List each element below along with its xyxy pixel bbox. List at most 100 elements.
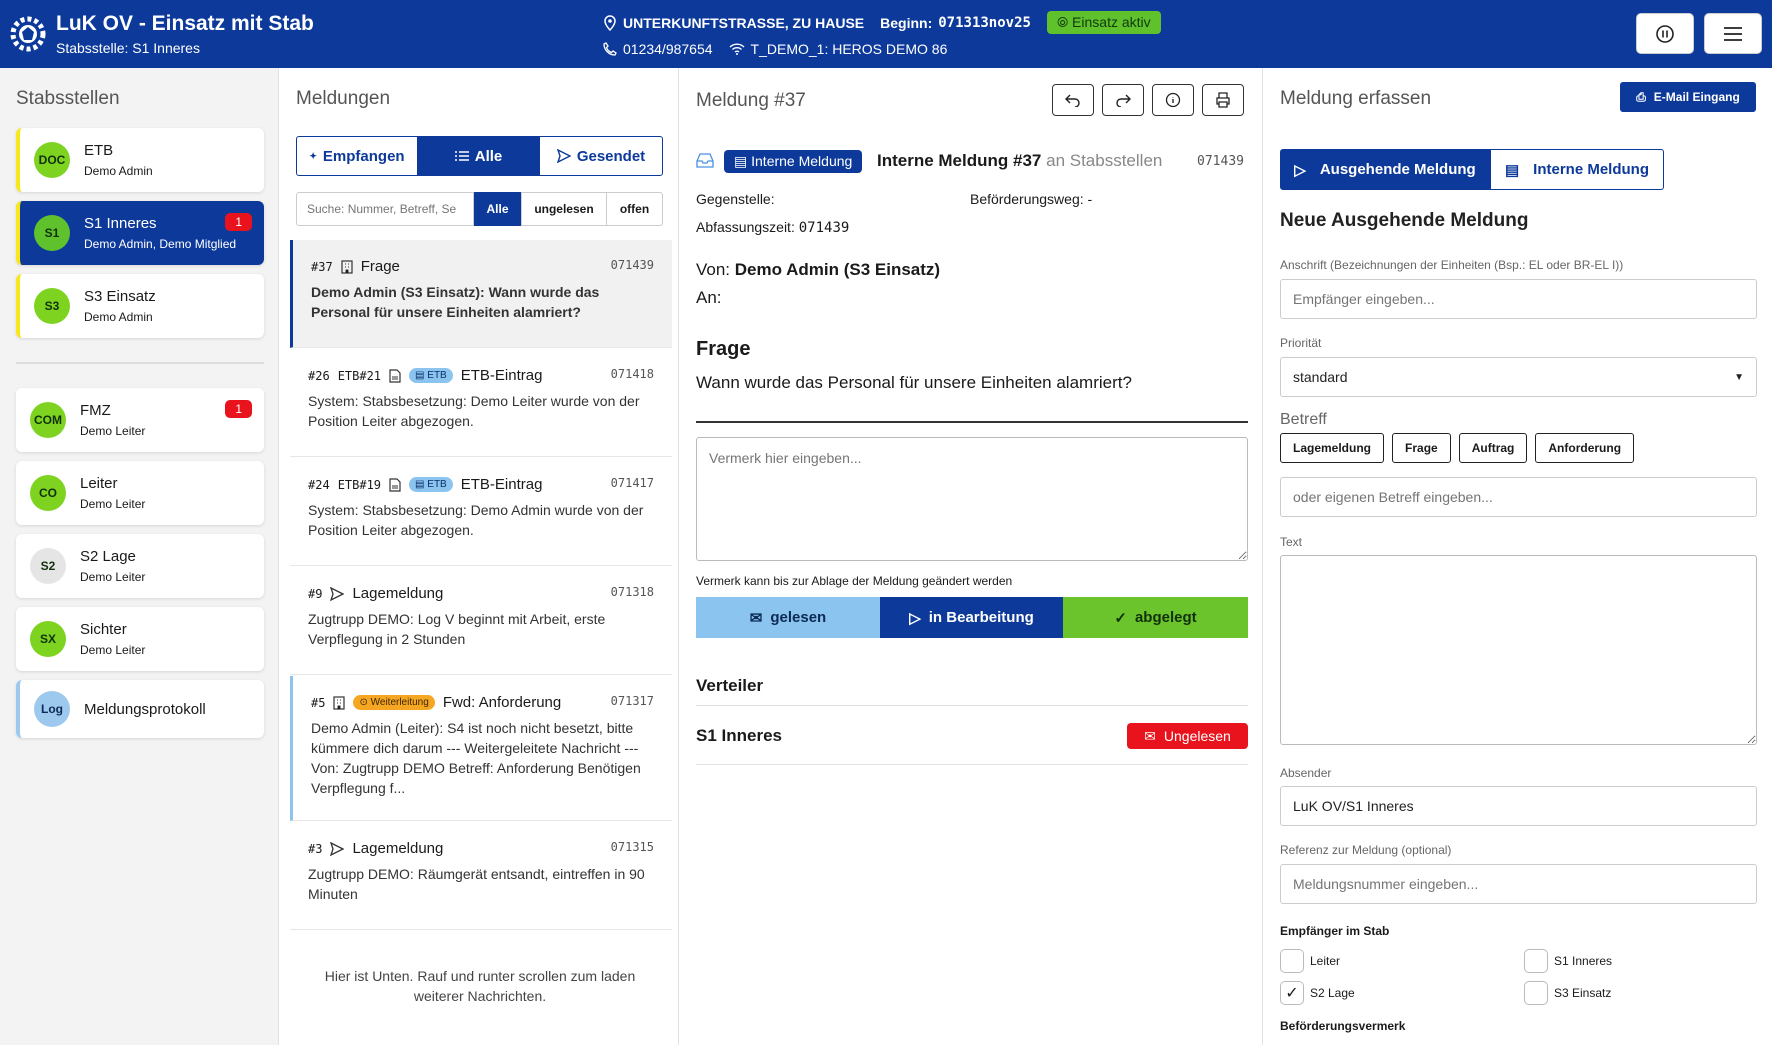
menu-button[interactable]: [1704, 13, 1762, 54]
recipient-s1[interactable]: S1 Inneres: [1524, 949, 1612, 973]
tab-alle[interactable]: Alle: [417, 136, 540, 176]
absender-input[interactable]: LuK OV/S1 Inneres: [1280, 786, 1757, 826]
chip-lagemeldung[interactable]: Lagemeldung: [1280, 433, 1385, 463]
chip-auftrag[interactable]: Auftrag: [1458, 433, 1528, 463]
pause-button[interactable]: [1636, 13, 1694, 54]
referenz-input[interactable]: [1280, 864, 1757, 904]
empfaenger-input[interactable]: [1280, 279, 1757, 319]
location-line: UNTERKUNFTSTRASSE, ZU HAUSE Beginn: 0713…: [603, 11, 1161, 34]
msg-etb: ETB#19: [337, 477, 382, 492]
stab-name: Leiter: [80, 475, 118, 492]
forward-button[interactable]: [1102, 84, 1144, 116]
etb-badge: ▤ ETB: [409, 477, 453, 492]
vermerk-textarea[interactable]: [696, 437, 1248, 561]
tab-empfangen[interactable]: ✦ Empfangen: [296, 136, 418, 176]
msg-text: Demo Admin (S3 Einsatz): Wann wurde das …: [311, 284, 600, 320]
filter-offen[interactable]: offen: [606, 192, 663, 226]
checkbox-checked[interactable]: ✓: [1280, 981, 1304, 1005]
recipient-s2[interactable]: ✓ S2 Lage: [1280, 981, 1355, 1005]
list-item-3[interactable]: #3 Lagemeldung 071315 Zugtrupp DEMO: Räu…: [290, 822, 672, 930]
msg-id: #3: [308, 841, 323, 856]
chip-frage[interactable]: Frage: [1392, 433, 1451, 463]
forward-badge-label: Weiterleitung: [370, 697, 429, 708]
msg-text: Demo Admin (Leiter): S4 ist noch nicht b…: [311, 720, 641, 796]
meldung-erfassen-panel: Meldung erfassen ⎙ E-Mail Eingang ▷ Ausgeh…: [1264, 68, 1772, 1045]
abfassung-value: 071439: [798, 220, 850, 236]
gelesen-button[interactable]: ✉ gelesen: [696, 597, 880, 638]
stab-sub: Demo Admin, Demo Mitglied: [84, 237, 237, 251]
filter-ungelesen[interactable]: ungelesen: [521, 192, 607, 226]
stab-sub: Demo Leiter: [80, 643, 146, 657]
detail-time: 071439: [1197, 154, 1244, 169]
checkbox[interactable]: [1524, 981, 1548, 1005]
button-label: abgelegt: [1134, 609, 1197, 626]
befoerderungsvermerk-label: Beförderungsvermerk: [1280, 1019, 1406, 1033]
stab-item-protokoll[interactable]: Log Meldungsprotokoll: [16, 680, 264, 738]
gegenstelle: Gegenstelle:: [696, 191, 775, 207]
info-button[interactable]: [1152, 84, 1194, 116]
recipient-s3[interactable]: S3 Einsatz: [1524, 981, 1611, 1005]
heading-suffix: an Stabsstellen: [1046, 151, 1163, 170]
recipient-leiter[interactable]: Leiter: [1280, 949, 1340, 973]
begin-value: 071313nov25: [938, 14, 1031, 31]
msg-subject: ETB-Eintrag: [460, 367, 543, 384]
redo-icon: [1116, 94, 1131, 107]
building-icon: [333, 695, 346, 710]
tab-interne-meldung[interactable]: ▤ Interne Meldung: [1490, 149, 1664, 190]
email-eingang-button[interactable]: ⎙ E-Mail Eingang: [1620, 82, 1756, 112]
stab-item-etb[interactable]: DOC ETB Demo Admin: [16, 128, 264, 192]
list-item-9[interactable]: #9 Lagemeldung 071318 Zugtrupp DEMO: Log…: [290, 567, 672, 675]
stab-item-leiter[interactable]: CO Leiter Demo Leiter: [16, 461, 264, 525]
printer-icon: [1216, 92, 1230, 108]
send-icon: ▷: [1294, 161, 1306, 179]
msg-id: #24: [308, 477, 330, 492]
document-icon: [389, 477, 401, 492]
print-button[interactable]: [1202, 84, 1244, 116]
msg-text: System: Stabsbesetzung: Demo Admin wurde…: [308, 502, 644, 538]
list-icon: [454, 151, 469, 161]
list-item-24[interactable]: #24 ETB#19 ▤ ETB ETB-Eintrag 071417 Syste…: [290, 458, 672, 566]
msg-id: #5: [311, 695, 326, 710]
stab-name: S2 Lage: [80, 548, 136, 565]
text-textarea[interactable]: [1280, 555, 1757, 745]
tab-label: Empfangen: [322, 147, 405, 165]
tab-ausgehende-meldung[interactable]: ▷ Ausgehende Meldung: [1280, 149, 1490, 190]
check-icon: ✓: [1285, 985, 1299, 1002]
search-input[interactable]: [296, 192, 474, 226]
radio-channel: T_DEMO_1: HEROS DEMO 86: [750, 41, 948, 57]
tab-gesendet[interactable]: Gesendet: [539, 136, 663, 176]
in-bearbeitung-button[interactable]: ▷ in Bearbeitung: [880, 597, 1063, 638]
msg-subject: Lagemeldung: [352, 840, 444, 857]
msg-id: #26: [308, 368, 330, 383]
forward-badge: ⊙ Weiterleitung: [353, 695, 435, 710]
checkbox[interactable]: [1524, 949, 1548, 973]
meldung-detail-panel: Meldung #37 ▤ Interne Meldung Interne Me…: [680, 68, 1263, 1045]
checkbox-label: S1 Inneres: [1554, 954, 1613, 968]
list-item-26[interactable]: #26 ETB#21 ▤ ETB ETB-Eintrag 071418 Syste…: [290, 349, 672, 457]
list-item-5[interactable]: #5 ⊙ Weiterleitung Fwd: Anforderung 0713…: [290, 676, 672, 821]
msg-id: #9: [308, 586, 323, 601]
avatar: S1: [34, 215, 70, 251]
abfassung-label: Abfassungszeit:: [696, 219, 795, 235]
filter-alle[interactable]: Alle: [474, 192, 521, 226]
prioritaet-select[interactable]: standard ▼: [1280, 357, 1757, 397]
stab-name: S1 Inneres: [84, 215, 157, 232]
pause-icon: [1656, 24, 1674, 43]
checkbox-label: S2 Lage: [1310, 986, 1355, 1000]
phone-number: 01234/987654: [623, 41, 713, 57]
list-item-37[interactable]: #37 Frage 071439 Demo Admin (S3 Einsatz)…: [290, 240, 672, 348]
stab-item-s3[interactable]: S3 S3 Einsatz Demo Admin: [16, 274, 264, 338]
mail-icon: ✉: [1144, 727, 1156, 744]
stab-item-s2[interactable]: S2 S2 Lage Demo Leiter: [16, 534, 264, 598]
stab-item-s1[interactable]: S1 S1 Inneres Demo Admin, Demo Mitglied 1: [16, 201, 264, 265]
reply-button[interactable]: [1052, 84, 1094, 116]
stab-item-sichter[interactable]: SX Sichter Demo Leiter: [16, 607, 264, 671]
stab-item-fmz[interactable]: COM FMZ Demo Leiter 1: [16, 388, 264, 452]
check-icon: ✓: [1114, 609, 1127, 627]
abgelegt-button[interactable]: ✓ abgelegt: [1063, 597, 1248, 638]
betreff-input[interactable]: [1280, 477, 1757, 517]
checkbox[interactable]: [1280, 949, 1304, 973]
msg-subject: Lagemeldung: [352, 585, 444, 602]
chip-anforderung[interactable]: Anforderung: [1535, 433, 1635, 463]
select-value: standard: [1293, 369, 1348, 385]
